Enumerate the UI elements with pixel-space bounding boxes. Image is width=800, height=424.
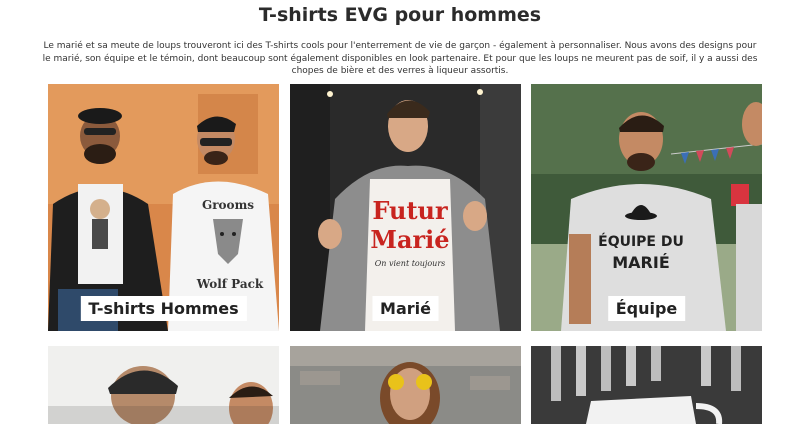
svg-text:Wolf Pack: Wolf Pack — [196, 277, 264, 291]
tile-label-marie[interactable]: Marié — [372, 296, 439, 321]
category-tile-4[interactable] — [48, 346, 279, 424]
tile-label-equipe[interactable]: Équipe — [607, 296, 686, 321]
intro-text: Le marié et sa meute de loups trouveront… — [42, 41, 758, 76]
groom-futur-marie-tshirt-photo: Futur Marié On vient toujours — [290, 84, 521, 331]
category-tile-marie[interactable]: Futur Marié On vient toujours Marié — [290, 84, 521, 331]
svg-text:Grooms: Grooms — [202, 198, 254, 212]
beer-taps-mug-photo — [531, 346, 762, 424]
two-men-wolf-pack-tshirts-photo: Grooms Wolf Pack — [48, 84, 279, 331]
man-yellow-sunglasses-photo — [290, 346, 521, 424]
svg-text:On vient toujours: On vient toujours — [375, 259, 446, 268]
page-title: T-shirts EVG pour hommes — [258, 4, 542, 26]
svg-text:Futur: Futur — [372, 196, 448, 225]
tile-label-tshirts-hommes[interactable]: T-shirts Hommes — [80, 296, 247, 321]
category-tile-equipe[interactable]: ÉQUIPE DU MARIÉ Équipe — [531, 84, 762, 331]
category-tile-6[interactable] — [531, 346, 762, 424]
svg-text:Marié: Marié — [370, 225, 449, 254]
man-equipe-du-marie-tshirt-photo: ÉQUIPE DU MARIÉ — [531, 84, 762, 331]
svg-text:MARIÉ: MARIÉ — [612, 253, 670, 272]
men-in-beanies-photo — [48, 346, 279, 424]
category-tile-tshirts-hommes[interactable]: Grooms Wolf Pack T-shirts Hommes — [48, 84, 279, 331]
category-tile-5[interactable] — [290, 346, 521, 424]
svg-text:ÉQUIPE DU: ÉQUIPE DU — [598, 233, 684, 250]
